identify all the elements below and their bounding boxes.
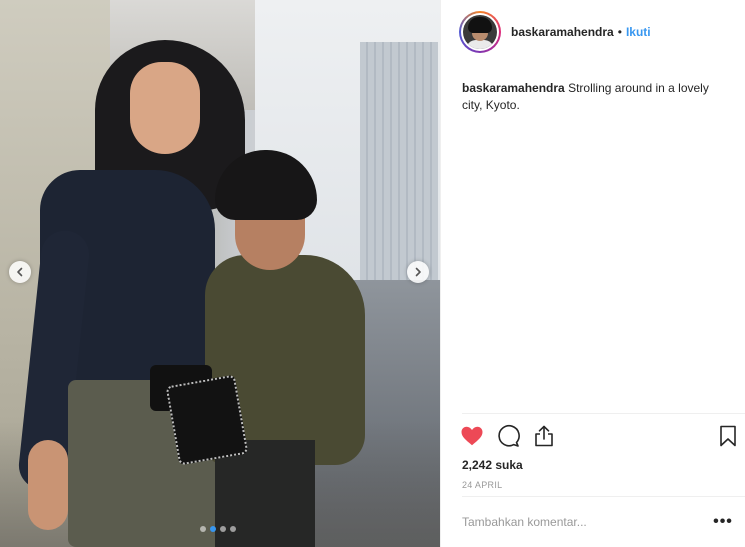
avatar-hair <box>468 17 492 33</box>
comment-button[interactable] <box>496 424 520 448</box>
comment-bar: ••• <box>462 496 745 547</box>
save-button[interactable] <box>716 424 740 448</box>
bookmark-icon <box>720 425 736 447</box>
comment-input[interactable] <box>462 515 708 529</box>
more-options-button[interactable]: ••• <box>708 513 738 531</box>
photo-bag <box>165 374 249 466</box>
carousel-dot <box>210 526 216 532</box>
chevron-right-icon <box>415 267 421 277</box>
post-header: baskaramahendra • Ikuti <box>441 0 745 64</box>
header-separator: • <box>617 25 622 39</box>
avatar-shirt <box>466 40 494 49</box>
person-girl-face <box>130 62 200 154</box>
likes-count[interactable]: 2,242 suka <box>462 458 745 476</box>
comment-bubble-icon <box>498 424 520 447</box>
post-caption: baskaramahendra Strolling around in a lo… <box>462 80 732 114</box>
follow-button[interactable]: Ikuti <box>626 25 651 39</box>
heart-filled-icon <box>461 426 483 446</box>
share-button[interactable] <box>532 424 556 448</box>
like-button[interactable] <box>460 424 484 448</box>
carousel-indicator <box>200 526 236 532</box>
post-date: 24 APRIL <box>462 480 503 490</box>
header-username-link[interactable]: baskaramahendra <box>511 25 614 39</box>
carousel-dot <box>220 526 226 532</box>
instagram-post: baskaramahendra • Ikuti baskaramahendra … <box>0 0 745 547</box>
photo-tower <box>360 42 438 292</box>
carousel-dot <box>200 526 206 532</box>
post-side-panel: baskaramahendra • Ikuti baskaramahendra … <box>440 0 745 547</box>
post-actions-area: 2,242 suka 24 APRIL <box>460 413 745 496</box>
post-photo[interactable] <box>0 0 440 547</box>
carousel-next-button[interactable] <box>407 261 429 283</box>
carousel-dot <box>230 526 236 532</box>
avatar-border <box>461 13 499 51</box>
avatar-story-ring[interactable] <box>459 11 501 53</box>
action-bar <box>460 414 745 458</box>
caption-username-link[interactable]: baskaramahendra <box>462 81 565 95</box>
carousel-prev-button[interactable] <box>9 261 31 283</box>
avatar <box>463 15 497 49</box>
share-upload-icon <box>535 425 553 447</box>
chevron-left-icon <box>17 267 23 277</box>
person-girl-hand <box>28 440 68 530</box>
